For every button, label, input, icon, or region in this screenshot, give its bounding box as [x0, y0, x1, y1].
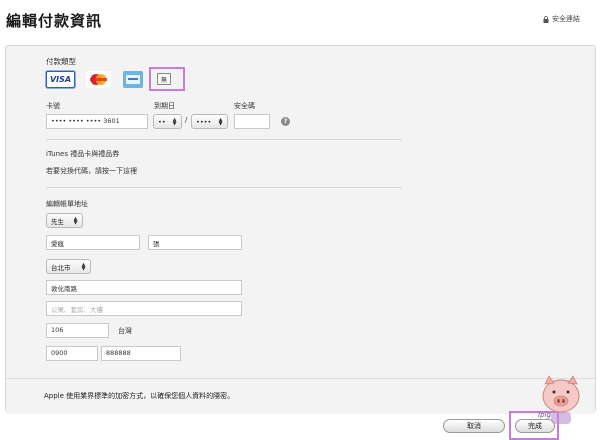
encryption-notice: Apple 使用業界標準的加密方式，以確保您個人資料的隱密。 [44, 392, 235, 400]
last-name-field[interactable]: 張 [148, 235, 242, 250]
street-field[interactable]: 敦化南路 [46, 280, 242, 295]
itunes-gift-title: iTunes 禮品卡與禮品券 [46, 150, 120, 158]
updown-icon: ▲ ▼ [172, 116, 177, 127]
secure-connection-link[interactable]: 安全連結 [543, 14, 580, 24]
card-number-label: 卡號 [46, 102, 60, 110]
secure-connection-label: 安全連結 [552, 15, 580, 23]
help-icon[interactable]: ? [281, 117, 290, 126]
none-option-highlight: 無 [149, 67, 185, 91]
expiry-label: 到期日 [154, 102, 175, 110]
street2-field[interactable]: 公寓、套房、大樓 [46, 301, 242, 316]
amex-icon [124, 72, 142, 87]
expiry-separator: / [185, 116, 188, 124]
lock-icon [543, 15, 549, 23]
divider [46, 139, 402, 140]
phone-number-field[interactable]: 888888 [101, 346, 181, 361]
mastercard-icon [87, 72, 110, 87]
billing-address-title: 編輯帳單地址 [46, 200, 88, 208]
postal-code-field[interactable]: 106 [46, 323, 109, 338]
cancel-button[interactable]: 取消 [443, 419, 505, 433]
cvv-field[interactable] [234, 114, 270, 129]
updown-icon: ▲ ▼ [218, 116, 223, 127]
cvv-label: 安全碼 [234, 102, 255, 110]
payment-type-label: 付款類型 [46, 57, 76, 66]
mastercard-card-option[interactable] [86, 71, 111, 88]
first-name-field[interactable]: 愛瘋 [46, 235, 140, 250]
phone-area-field[interactable]: 0900 [46, 346, 98, 361]
expiry-year-select[interactable]: •••• ▲ ▼ [191, 114, 228, 129]
city-select[interactable]: 台北市 ▲ ▼ [46, 259, 91, 274]
country-label: 台灣 [118, 327, 132, 335]
card-number-field[interactable]: •••• •••• •••• 3601 [46, 114, 148, 129]
updown-icon: ▲ ▼ [73, 215, 78, 226]
pig-mascot-icon [542, 375, 580, 424]
expiry-month-select[interactable]: •• ▲ ▼ [153, 114, 182, 129]
footer-bar: Apple 使用業界標準的加密方式，以確保您個人資料的隱密。 [6, 378, 595, 414]
page-title: 編輯付款資訊 [6, 12, 103, 30]
visa-card-option[interactable]: VISA [46, 71, 75, 88]
updown-icon: ▲ ▼ [81, 261, 86, 272]
salutation-select[interactable]: 先生 ▲ ▼ [46, 213, 83, 228]
redeem-code-link[interactable]: 若要兌換代碼，請按一下這裡 [46, 166, 137, 176]
none-payment-option[interactable]: 無 [157, 73, 171, 85]
divider [46, 187, 402, 188]
watermark: Ipig [538, 411, 551, 419]
amex-card-option[interactable] [123, 71, 143, 88]
payment-form-panel: 付款類型 VISA 無 卡號 到期日 安全碼 •••• •••• •••• 36… [5, 45, 596, 414]
